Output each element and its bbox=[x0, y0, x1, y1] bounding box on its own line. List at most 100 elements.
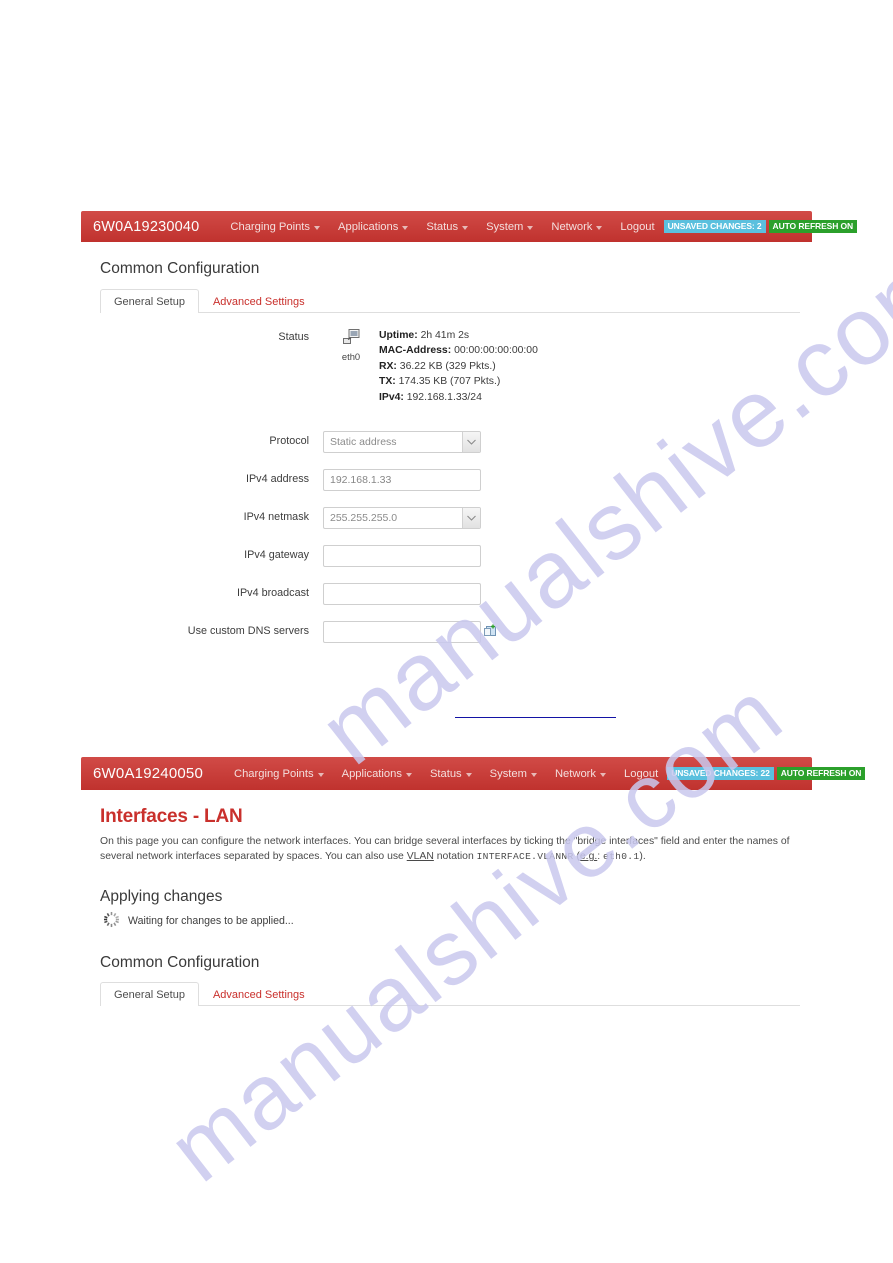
section-title-applying-changes: Applying changes bbox=[100, 888, 223, 906]
ipv4-netmask-select[interactable]: 255.255.255.0 bbox=[323, 506, 481, 529]
chevron-down-icon bbox=[596, 225, 603, 230]
protocol-label: Protocol bbox=[269, 434, 309, 447]
navbar-brand[interactable]: 6W0A19230040 bbox=[93, 219, 199, 235]
add-icon[interactable] bbox=[484, 621, 497, 642]
chevron-down-icon bbox=[317, 772, 324, 777]
ipv4-broadcast-control bbox=[323, 582, 800, 605]
form-row-custom-dns: Use custom DNS servers bbox=[93, 620, 800, 643]
navbar-badges: UNSAVED CHANGES: 2 AUTO REFRESH ON bbox=[663, 220, 858, 233]
auto-refresh-badge[interactable]: AUTO REFRESH ON bbox=[768, 220, 858, 233]
status-value: 174.35 KB (707 Pkts.) bbox=[398, 376, 501, 388]
status-line-uptime: Uptime: 2h 41m 2s bbox=[379, 328, 538, 343]
screenshot-top-body: Common Configuration General Setup Advan… bbox=[81, 260, 812, 643]
custom-dns-input[interactable] bbox=[323, 620, 481, 643]
form-row-ipv4-broadcast: IPv4 broadcast bbox=[93, 582, 800, 605]
nav-item-network[interactable]: Network bbox=[542, 221, 611, 233]
ipv4-gateway-label: IPv4 gateway bbox=[244, 548, 309, 561]
chevron-down-icon bbox=[527, 225, 534, 230]
ipv4-netmask-label: IPv4 netmask bbox=[243, 510, 309, 523]
ipv4-address-input[interactable]: 192.168.1.33 bbox=[323, 468, 481, 491]
spinner-icon bbox=[102, 910, 121, 932]
protocol-control: Static address bbox=[323, 430, 800, 453]
nav-item-label: Status bbox=[426, 220, 459, 233]
ipv4-gateway-input[interactable] bbox=[323, 544, 481, 567]
nav-item-charging-points[interactable]: Charging Points bbox=[225, 768, 333, 780]
applying-changes-text: Waiting for changes to be applied... bbox=[128, 915, 294, 928]
chevron-down-icon bbox=[314, 225, 321, 230]
ipv4-netmask-control: 255.255.255.0 bbox=[323, 506, 800, 529]
description-text-part-5: ). bbox=[639, 851, 646, 863]
status-key: MAC-Address: bbox=[379, 345, 452, 357]
nav-item-status[interactable]: Status bbox=[417, 221, 477, 233]
chevron-down-icon bbox=[600, 772, 606, 777]
status-line-tx: TX: 174.35 KB (707 Pkts.) bbox=[379, 374, 538, 389]
description-code-interface-vlannr: INTERFACE.VLANNR bbox=[476, 851, 574, 863]
status-value: 00:00:00:00:00:00 bbox=[454, 345, 538, 357]
screenshot-bottom: 6W0A19240050 Charging Points Application… bbox=[81, 757, 866, 1007]
nav-item-applications[interactable]: Applications bbox=[333, 768, 421, 780]
nav-item-label: Charging Points bbox=[230, 220, 311, 233]
nav-item-system[interactable]: System bbox=[477, 221, 542, 233]
status-value: 36.22 KB (329 Pkts.) bbox=[399, 360, 496, 372]
protocol-select[interactable]: Static address bbox=[323, 430, 481, 453]
status-label: Status bbox=[278, 331, 309, 343]
nav-item-network[interactable]: Network bbox=[546, 768, 615, 780]
chevron-down-icon bbox=[530, 772, 537, 777]
nav-item-label: Network bbox=[554, 767, 596, 780]
tab-advanced-settings[interactable]: Advanced Settings bbox=[199, 289, 319, 313]
interface-eth0: eth0 bbox=[323, 327, 379, 362]
nav-item-label: Applications bbox=[338, 220, 399, 233]
navbar-top: 6W0A19230040 Charging Points Application… bbox=[81, 211, 858, 242]
tab-advanced-settings[interactable]: Advanced Settings bbox=[199, 982, 319, 1006]
form-row-ipv4-gateway: IPv4 gateway bbox=[93, 544, 800, 567]
ethernet-icon bbox=[342, 329, 359, 344]
nav-item-status[interactable]: Status bbox=[421, 768, 481, 780]
nav-item-system[interactable]: System bbox=[481, 768, 546, 780]
status-value: 192.168.1.33/24 bbox=[406, 391, 482, 403]
interface-name-label: eth0 bbox=[341, 351, 361, 362]
navbar-bottom: 6W0A19240050 Charging Points Application… bbox=[81, 757, 866, 790]
chevron-down-icon bbox=[462, 225, 469, 230]
nav-item-charging-points[interactable]: Charging Points bbox=[221, 221, 329, 233]
chevron-down-icon bbox=[402, 225, 409, 230]
nav-item-logout[interactable]: Logout bbox=[611, 221, 663, 233]
status-line-mac: MAC-Address: 00:00:00:00:00:00 bbox=[379, 343, 538, 358]
status-details: Uptime: 2h 41m 2s MAC-Address: 00:00:00:… bbox=[379, 327, 538, 405]
nav-item-label: System bbox=[489, 767, 527, 780]
section-title-common-configuration: Common Configuration bbox=[100, 954, 260, 972]
ipv4-address-control: 192.168.1.33 bbox=[323, 468, 800, 491]
nav-item-label: Status bbox=[429, 767, 462, 780]
nav-item-applications[interactable]: Applications bbox=[329, 221, 417, 233]
nav-item-label: Charging Points bbox=[234, 767, 314, 780]
nav-item-logout[interactable]: Logout bbox=[615, 768, 667, 780]
chevron-down-icon bbox=[405, 772, 412, 777]
tabs-common-configuration: General Setup Advanced Settings bbox=[100, 288, 800, 313]
custom-dns-control bbox=[323, 620, 800, 643]
vlan-link[interactable]: VLAN bbox=[407, 851, 434, 862]
status-value: 2h 41m 2s bbox=[420, 330, 470, 341]
ipv4-netmask-selected-value: 255.255.255.0 bbox=[330, 511, 398, 524]
applying-changes-status: Waiting for changes to be applied... bbox=[102, 910, 800, 932]
ipv4-broadcast-input[interactable] bbox=[323, 582, 481, 605]
status-line-rx: RX: 36.22 KB (329 Pkts.) bbox=[379, 359, 538, 374]
tabs-common-configuration: General Setup Advanced Settings bbox=[100, 981, 800, 1007]
description-text-part-2: notation bbox=[433, 851, 477, 863]
screenshot-bottom-body: Interfaces - LAN On this page you can co… bbox=[81, 806, 812, 1007]
navbar-brand[interactable]: 6W0A19240050 bbox=[93, 765, 203, 782]
tab-general-setup[interactable]: General Setup bbox=[100, 289, 199, 313]
form-row-protocol: Protocol Static address bbox=[93, 430, 800, 453]
ipv4-gateway-control bbox=[323, 544, 800, 567]
auto-refresh-badge[interactable]: AUTO REFRESH ON bbox=[776, 767, 866, 780]
unsaved-changes-badge[interactable]: UNSAVED CHANGES: 2 bbox=[663, 220, 766, 233]
chevron-down-icon bbox=[462, 431, 480, 452]
unsaved-changes-badge[interactable]: UNSAVED CHANGES: 22 bbox=[667, 767, 774, 780]
tab-general-setup[interactable]: General Setup bbox=[100, 982, 199, 1007]
section-title-common-configuration: Common Configuration bbox=[100, 260, 260, 277]
eg-abbr: e.g. bbox=[579, 851, 598, 863]
nav-item-label: System bbox=[486, 220, 524, 233]
navbar-menu: Charging Points Applications Status Syst… bbox=[225, 768, 667, 780]
chevron-down-icon bbox=[462, 507, 480, 528]
status-key: IPv4: bbox=[379, 391, 404, 403]
form-row-status: Status eth0 Uptime: 2h 41m 2s MAC-Addres… bbox=[93, 327, 800, 405]
custom-dns-label: Use custom DNS servers bbox=[187, 624, 309, 637]
